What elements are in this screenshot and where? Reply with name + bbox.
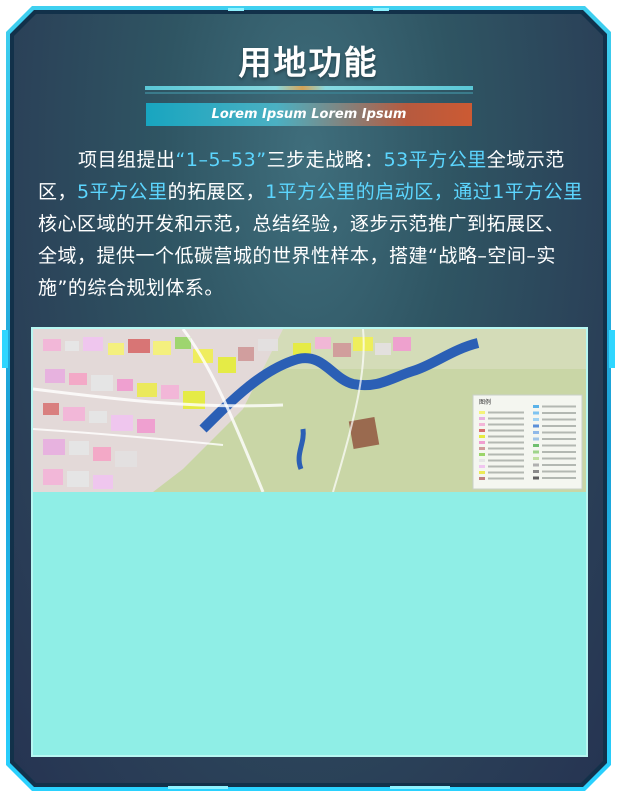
legend-label: [488, 429, 524, 432]
highlighted-text: 5平方公里: [77, 181, 168, 203]
legend-swatch: [533, 411, 539, 415]
left-accent-bar: [2, 330, 8, 368]
legend-swatch: [533, 405, 539, 408]
legend-label: [542, 451, 576, 453]
legend-swatch: [479, 411, 485, 414]
legend-swatch: [533, 476, 539, 480]
legend-swatch: [533, 450, 539, 454]
legend-swatch: [533, 424, 539, 428]
title-divider-underline: [145, 92, 473, 94]
legend-swatch: [533, 418, 539, 421]
highlighted-text: 53平方公里: [383, 149, 487, 171]
bottom-accent-tick: [168, 786, 228, 789]
legend-swatch: [533, 444, 539, 447]
legend-swatch: [479, 459, 485, 462]
highlighted-text: 1平方公里的启动区，通过1平方公里: [265, 181, 583, 203]
map-legend-title: 图例: [479, 398, 491, 406]
paragraph-text: 项目组提出: [78, 149, 176, 171]
legend-label: [542, 405, 576, 408]
legend-label: [488, 465, 524, 468]
legend-swatch: [479, 471, 485, 474]
subtitle-banner: Lorem Ipsum Lorem Ipsum: [146, 103, 472, 126]
legend-label: [488, 471, 524, 474]
legend-label: [488, 453, 524, 456]
legend-label: [488, 447, 524, 450]
legend-swatch: [479, 417, 485, 420]
legend-label: [488, 435, 524, 438]
legend-swatch: [533, 470, 539, 473]
legend-label: [488, 441, 524, 444]
legend-label: [542, 477, 576, 479]
top-accent-tick: [228, 8, 244, 11]
legend-label: [542, 444, 576, 447]
legend-swatch: [533, 431, 539, 434]
page-title: 用地功能: [238, 43, 379, 82]
legend-swatch: [479, 441, 485, 444]
paragraph-text: 的拓展区，: [167, 181, 266, 203]
legend-swatch: [479, 447, 485, 450]
legend-label: [542, 464, 576, 466]
legend-label: [488, 411, 524, 414]
legend-swatch: [479, 429, 485, 432]
legend-swatch: [533, 457, 539, 460]
legend-swatch: [479, 423, 485, 426]
subtitle-text: Lorem Ipsum Lorem Ipsum: [211, 107, 407, 122]
legend-label: [542, 418, 576, 421]
legend-label: [542, 425, 576, 427]
highlighted-text: “1–5–53”: [175, 149, 267, 171]
legend-swatch: [533, 463, 539, 467]
legend-swatch: [479, 465, 485, 468]
legend-label: [542, 412, 576, 414]
title-divider: [145, 86, 473, 90]
legend-swatch: [533, 437, 539, 441]
legend-label: [488, 417, 524, 420]
legend-label: [488, 459, 524, 462]
legend-label: [542, 438, 576, 440]
map-image-card: 图例: [31, 327, 588, 757]
legend-label: [542, 457, 576, 460]
land-use-map: 图例: [33, 329, 586, 492]
legend-label: [488, 477, 524, 480]
legend-swatch: [479, 453, 485, 456]
legend-label: [542, 470, 576, 473]
right-accent-bar: [609, 330, 615, 368]
top-accent-tick: [373, 8, 389, 11]
legend-label: [542, 431, 576, 434]
legend-label: [488, 423, 524, 426]
paragraph-text: 核心区域的开发和示范，总结经验，逐步示范推广到拓展区、全域，提供一个低碳营城的世…: [38, 213, 565, 299]
legend-swatch: [479, 435, 485, 438]
bottom-accent-tick: [390, 786, 450, 789]
description-paragraph: 项目组提出“1–5–53”三步走战略：53平方公里全域示范区，5平方公里的拓展区…: [38, 144, 583, 304]
paragraph-text: 三步走战略：: [266, 149, 384, 171]
legend-swatch: [479, 477, 485, 480]
